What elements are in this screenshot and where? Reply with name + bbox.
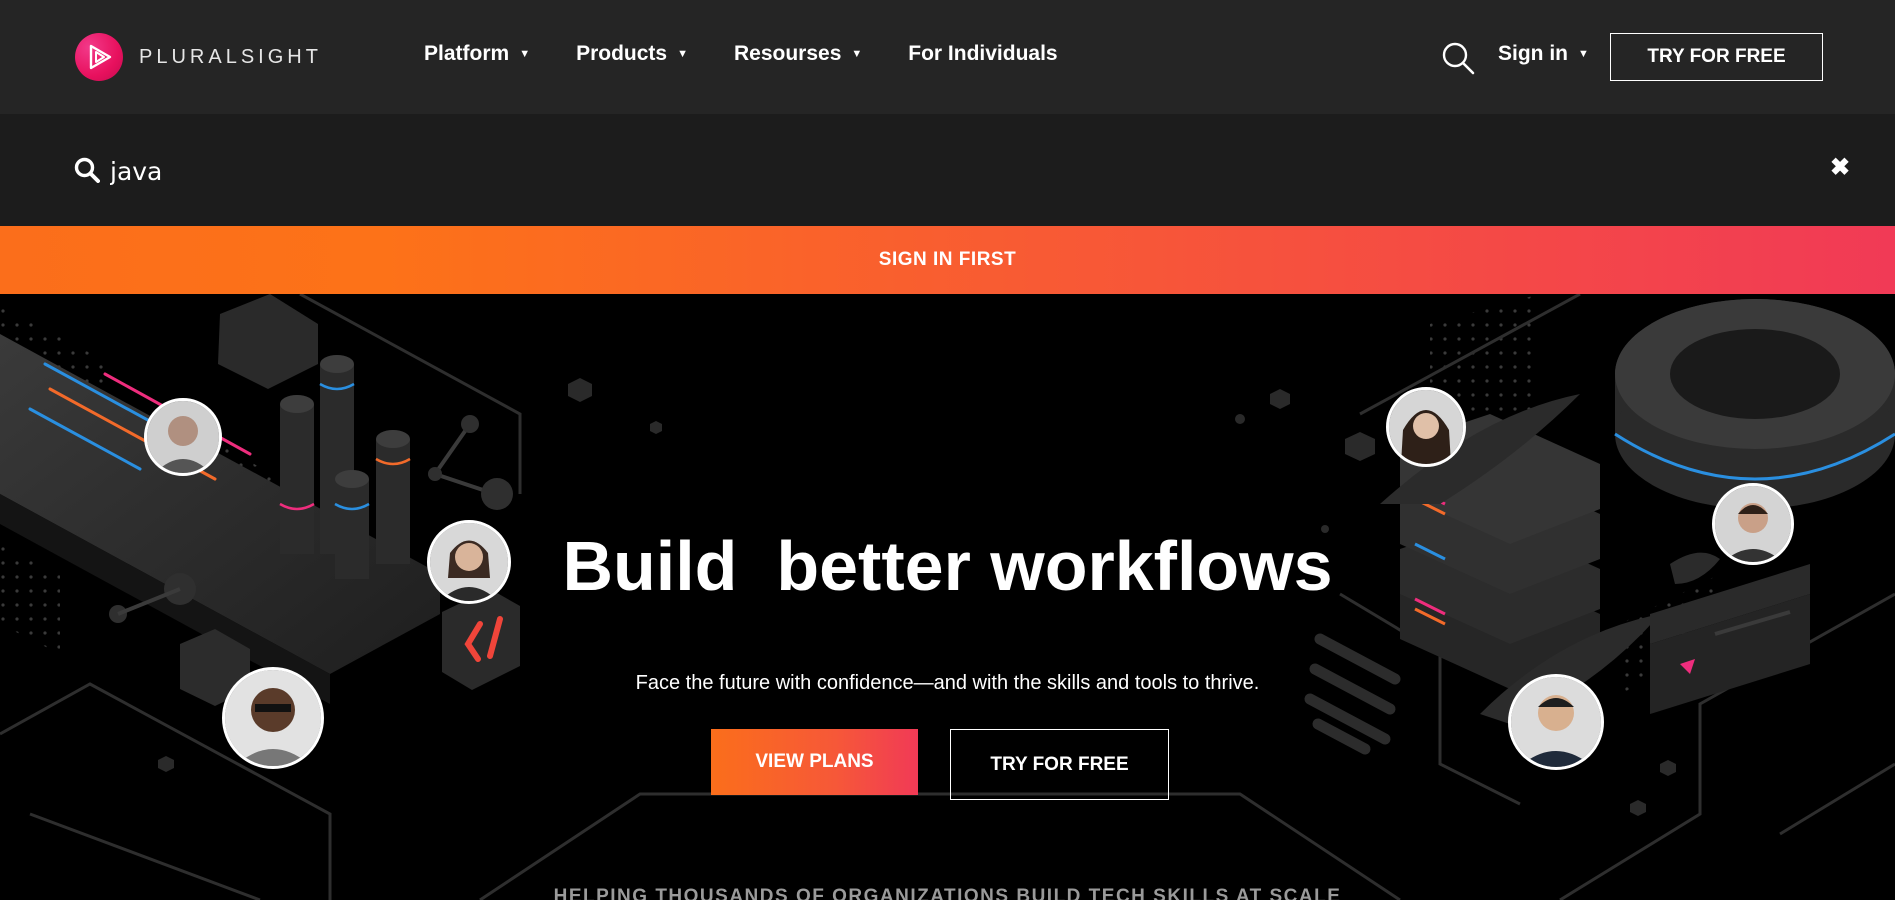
person-avatar (1386, 387, 1466, 467)
hero-section: Build better workflows Face the future w… (0, 294, 1895, 900)
nav-for-individuals[interactable]: For Individuals (908, 42, 1057, 66)
caret-down-icon: ▼ (1578, 48, 1589, 60)
logo-play-icon (75, 33, 123, 81)
nav-products[interactable]: Products ▼ (576, 42, 688, 66)
headline-word: better (776, 527, 971, 605)
search-icon[interactable] (1441, 41, 1475, 75)
nav-platform-label: Platform (424, 42, 510, 65)
headline-word: workflows (990, 527, 1333, 605)
view-plans-button[interactable]: VIEW PLANS (711, 729, 918, 795)
nav-resources[interactable]: Resourses ▼ (734, 42, 862, 66)
caret-down-icon: ▼ (519, 48, 531, 60)
nav-products-label: Products (576, 42, 668, 65)
main-nav: Platform ▼ Products ▼ Resourses ▼ For In… (424, 42, 1058, 66)
person-avatar (144, 398, 222, 476)
caret-down-icon: ▼ (851, 48, 863, 60)
sign-in-menu[interactable]: Sign in ▼ (1498, 42, 1589, 66)
nav-platform[interactable]: Platform ▼ (424, 42, 530, 66)
hero-subheadline: Face the future with confidence—and with… (635, 672, 1260, 694)
hero-tagline: HELPING THOUSANDS OF ORGANIZATIONS BUILD… (553, 886, 1342, 900)
caret-down-icon: ▼ (677, 48, 688, 60)
close-search-icon[interactable]: ✖ (1830, 153, 1850, 182)
search-magnifier-icon (74, 157, 100, 183)
top-navigation: PLURALSIGHT Platform ▼ Products ▼ Resour… (0, 0, 1895, 114)
try-for-free-hero-button[interactable]: TRY FOR FREE (950, 729, 1169, 800)
logo-wordmark: PLURALSIGHT (139, 45, 322, 68)
nav-resources-label: Resourses (733, 42, 842, 65)
hero-headline: Build better workflows (0, 526, 1895, 606)
sign-in-label: Sign in (1498, 42, 1568, 65)
pluralsight-logo[interactable]: PLURALSIGHT (75, 33, 322, 81)
nav-for-individuals-label: For Individuals (908, 42, 1058, 65)
search-input[interactable] (110, 151, 1010, 191)
try-for-free-header-button[interactable]: TRY FOR FREE (1610, 33, 1823, 81)
sign-in-first-banner[interactable]: SIGN IN FIRST (0, 226, 1895, 294)
headline-word: Build (562, 527, 738, 605)
